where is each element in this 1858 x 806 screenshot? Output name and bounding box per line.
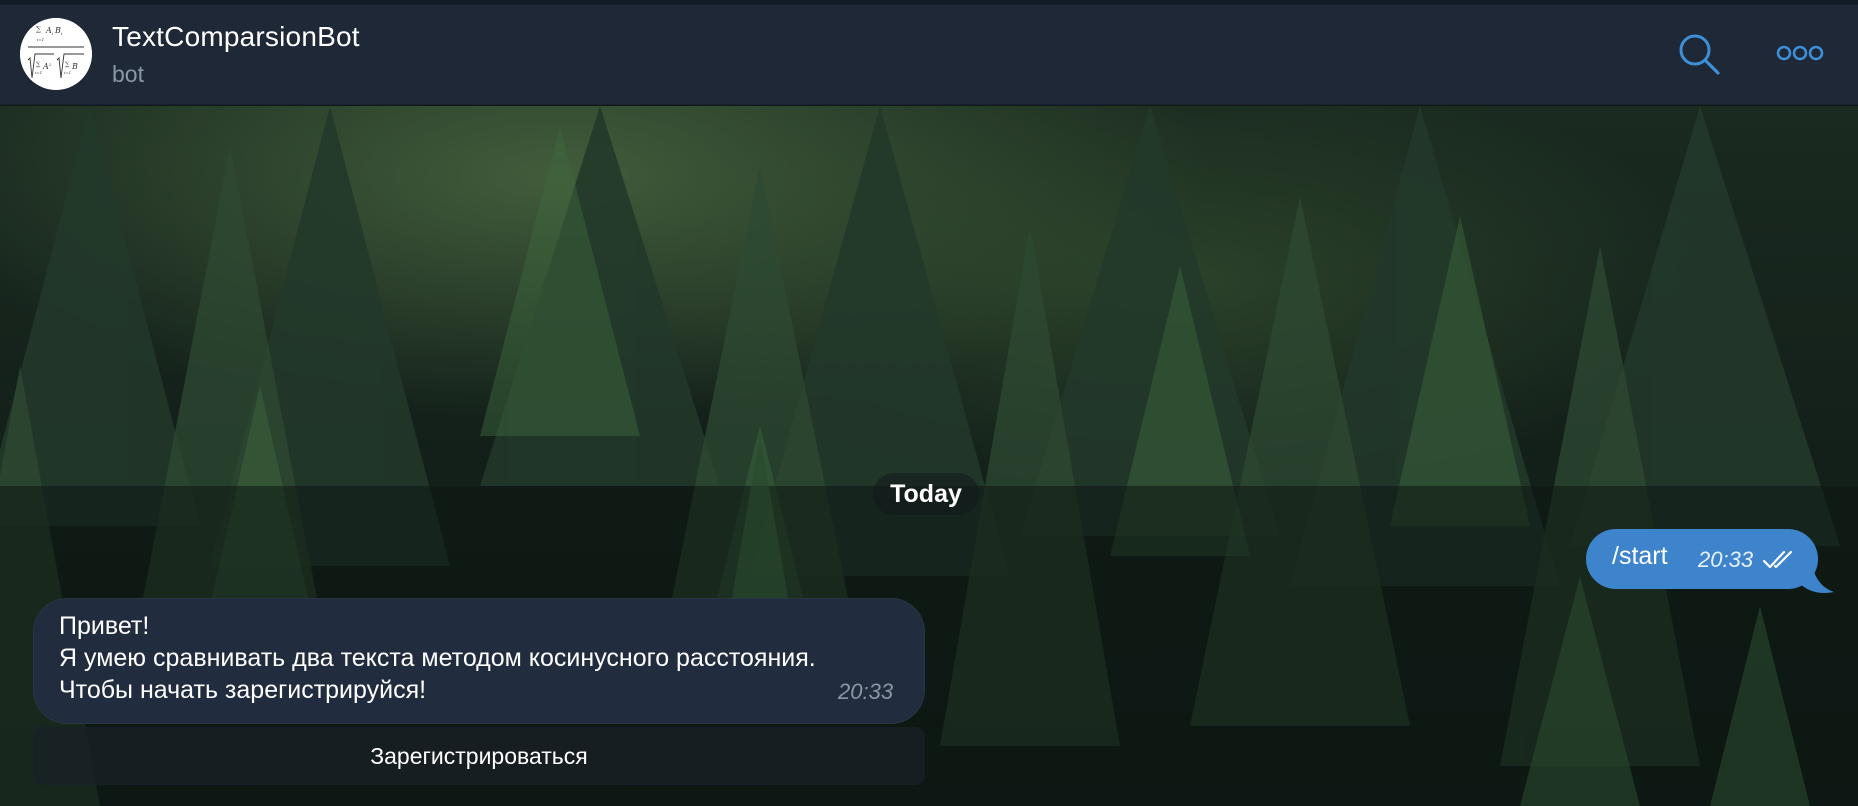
svg-text:B: B: [54, 26, 61, 35]
message-text-line: Чтобы начать зарегистрируйся!: [59, 676, 427, 704]
formula-logo: ∑ A i B i i=1 ∑ A 2 i=1 ∑ B i=1: [20, 18, 92, 90]
double-check-icon: [1762, 550, 1793, 569]
svg-text:B: B: [71, 62, 78, 71]
chat-status: bot: [112, 61, 144, 87]
svg-text:∑: ∑: [36, 25, 41, 33]
chat-title[interactable]: TextComparsionBot: [112, 21, 360, 53]
svg-text:∑: ∑: [36, 61, 41, 68]
svg-text:i=1: i=1: [64, 70, 71, 75]
svg-text:i=1: i=1: [35, 70, 42, 75]
search-icon[interactable]: [1677, 32, 1721, 76]
svg-text:A: A: [42, 62, 49, 71]
message-time: 20:33: [1698, 547, 1754, 572]
svg-text:2: 2: [48, 62, 52, 67]
message-time: 20:33: [838, 679, 894, 704]
bot-avatar[interactable]: ∑ A i B i i=1 ∑ A 2 i=1 ∑ B i=1: [20, 18, 92, 90]
svg-text:A: A: [45, 26, 52, 35]
message-text-line: Привет!: [59, 612, 150, 640]
chat-area[interactable]: Today /start 20:33 Привет! Я умею сравни…: [0, 106, 1858, 806]
svg-text:∑: ∑: [65, 61, 70, 68]
svg-text:i=1: i=1: [37, 37, 44, 42]
message-text-line: Я умею сравнивать два текста методом кос…: [59, 644, 816, 672]
register-button[interactable]: Зарегистрироваться: [33, 727, 925, 785]
more-icon[interactable]: [1776, 43, 1824, 63]
outgoing-message[interactable]: /start 20:33: [1586, 529, 1818, 589]
incoming-message[interactable]: Привет! Я умею сравнивать два текста мет…: [33, 598, 925, 724]
chat-header: ∑ A i B i i=1 ∑ A 2 i=1 ∑ B i=1 TextComp…: [0, 5, 1858, 105]
date-separator: Today: [873, 473, 979, 515]
message-text: /start: [1612, 542, 1668, 570]
